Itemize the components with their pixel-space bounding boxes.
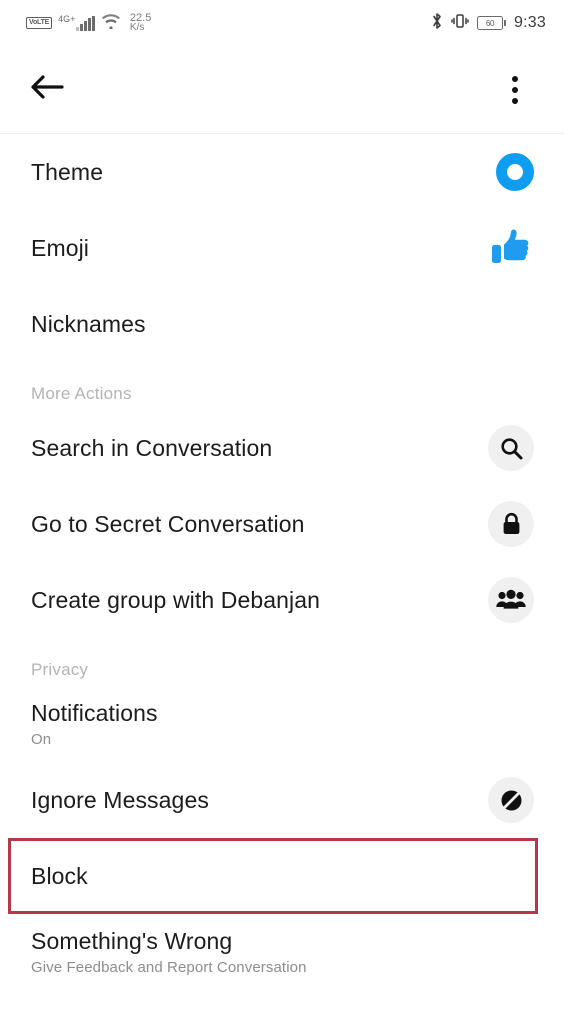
network-speed-indicator: 22.5 K/s [130,13,151,33]
bluetooth-icon [431,12,443,35]
list-item-somethings-wrong[interactable]: Something's Wrong Give Feedback and Repo… [0,914,564,990]
overflow-menu-button[interactable] [490,65,540,115]
list-item-title: Block [31,863,88,889]
status-bar-right: 60 9:33 [431,12,546,35]
list-item-text: Go to Secret Conversation [31,509,305,539]
cellular-signal-icon: 4G+ [58,15,95,31]
ignore-slash-icon [488,777,534,823]
status-bar-left: VoLTE 4G+ 22.5 K/s [26,13,151,34]
list-item-ignore-messages[interactable]: Ignore Messages [0,762,564,838]
list-item-text: Theme [31,157,103,187]
list-item-title: Create group with Debanjan [31,587,320,613]
app-toolbar [0,46,564,134]
group-icon [488,577,534,623]
list-item-text: Block [31,861,88,891]
settings-list: Theme Emoji Nicknames More Actions Searc… [0,134,564,1024]
list-item-title: Emoji [31,235,90,261]
vibrate-icon [451,12,469,35]
theme-color-circle-icon [496,153,534,191]
list-item-title: Search in Conversation [31,435,273,461]
list-item-trailing [488,425,534,471]
lock-icon [488,501,534,547]
list-item-text: Emoji [31,233,89,263]
list-item-theme[interactable]: Theme [0,134,564,210]
overflow-menu-icon [512,75,518,104]
list-item-text: Create group with Debanjan [31,585,320,615]
list-item-text: Nicknames [31,309,146,339]
list-item-title: Theme [31,159,104,185]
section-header-more-actions: More Actions [31,384,132,403]
section-header-privacy: Privacy [31,660,89,679]
list-item-subtitle: On [31,731,52,748]
list-item-text: Ignore Messages [31,785,209,815]
signal-bars-icon [76,16,95,31]
list-item-text: Notifications On [31,698,158,750]
back-arrow-icon [30,73,64,106]
list-item-text: Something's Wrong Give Feedback and Repo… [31,926,307,978]
list-item-title: Ignore Messages [31,787,209,813]
thumbs-up-icon [490,225,534,272]
list-item-subtitle: Give Feedback and Report Conversation [31,959,307,976]
list-item-title: Notifications [31,700,158,726]
list-item-create-group[interactable]: Create group with Debanjan [0,562,564,638]
network-type-label: 4G+ [58,14,76,24]
list-item-title: Nicknames [31,311,146,337]
wifi-icon [101,13,121,34]
list-item-nicknames[interactable]: Nicknames [0,286,564,362]
volte-icon: VoLTE [26,17,53,29]
battery-icon: 60 [477,16,507,30]
back-button[interactable] [22,65,72,115]
list-item-title: Go to Secret Conversation [31,511,305,537]
status-bar: VoLTE 4G+ 22.5 K/s 60 9:33 [0,0,564,46]
list-item-trailing [488,577,534,623]
list-item-trailing [488,777,534,823]
battery-level-label: 60 [485,18,495,28]
list-item-trailing [488,501,534,547]
list-item-trailing [496,153,534,191]
list-item-notifications[interactable]: Notifications On [0,686,564,762]
list-item-go-to-secret-conversation[interactable]: Go to Secret Conversation [0,486,564,562]
network-speed-unit: K/s [129,22,145,33]
list-item-block[interactable]: Block [0,838,564,914]
block-highlight-wrapper: Block [0,838,564,914]
list-item-title: Something's Wrong [31,928,233,954]
phone-screen: VoLTE 4G+ 22.5 K/s 60 9:33 Theme Emoji N… [0,0,564,1024]
search-icon [488,425,534,471]
list-item-emoji[interactable]: Emoji [0,210,564,286]
list-item-trailing [490,225,534,272]
clock-label: 9:33 [514,14,546,31]
list-item-search-in-conversation[interactable]: Search in Conversation [0,410,564,486]
list-item-text: Search in Conversation [31,433,272,463]
